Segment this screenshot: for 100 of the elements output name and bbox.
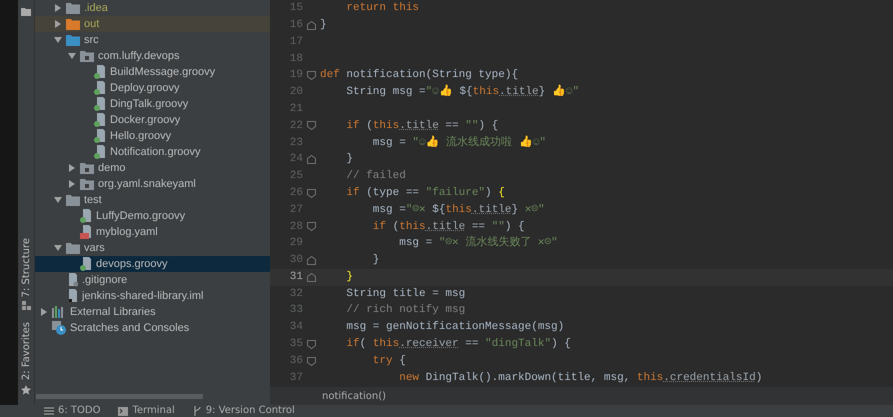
groovy-file-icon [94,81,106,95]
code-line: if( this.receiver == "dingTalk") { [345,337,571,352]
code-line: msg = "☺👍 流水线成功啦 👍☺" [372,134,546,151]
tree-item[interactable]: myblog.yaml [35,224,270,240]
line-number: 26 [288,186,303,201]
scratch-icon [52,321,66,335]
tree-item[interactable]: .idea [35,0,270,16]
code-line: def notification(String type){ [320,68,518,84]
package-icon [80,162,94,174]
line-number: 34 [288,320,303,336]
code-line: } [345,152,354,168]
structure-icon [22,301,30,310]
fold-icon[interactable] [307,20,316,30]
line-number: 16 [288,18,303,33]
folder-icon [66,34,80,46]
package-icon [80,50,94,62]
tool-tab[interactable]: Terminal [118,406,175,416]
line-number: 23 [288,136,303,151]
tree-item[interactable]: com.luffy.devops [35,48,270,64]
line-number: 31 [288,270,303,285]
line-number: 37 [288,370,303,386]
yaml-file-icon [80,225,92,239]
code-line: try { [372,354,406,369]
code-line: if (this.title == "") { [345,118,498,134]
folder-icon [66,242,80,254]
collapsed-arrow-icon[interactable] [54,4,62,12]
folder-icon [66,194,80,206]
line-number: 15 [288,1,303,16]
groovy-file-icon [94,65,106,79]
tree-item[interactable]: jenkins-shared-library.iml [35,288,270,304]
code-line: // rich notify msg [345,303,466,318]
side-tab[interactable]: 7: Structure [18,238,34,310]
code-line: new DingTalk().markDown(title, msg, this.credentialsId) [398,370,762,386]
tree-item[interactable]: test [35,192,270,208]
code-line: msg = "☹✕ 流水线失败了 ✕☹" [398,235,558,252]
line-number: 32 [288,286,303,302]
tree-item[interactable]: Deploy.groovy [35,80,270,96]
tree-item[interactable]: Docker.groovy [35,112,270,128]
fold-icon[interactable] [307,71,316,80]
code-line: } [372,253,380,268]
line-number: 18 [288,52,303,67]
tree-item[interactable]: out [35,16,270,32]
line-number: 24 [288,152,303,168]
line-number: 33 [288,303,303,318]
code-line: return this [345,1,420,16]
package-icon [80,178,94,190]
code-line: msg = genNotificationMessage(msg) [345,320,564,336]
terminal-icon [118,406,128,416]
tree-item[interactable]: BuildMessage.groovy [35,64,270,80]
scrollbar[interactable] [36,394,203,399]
tree-item[interactable]: Scratches and Consoles [35,320,270,336]
collapsed-arrow-icon[interactable] [54,20,62,28]
tool-tab[interactable]: 9: Version Control [192,406,295,416]
tool-tab[interactable]: 6: TODO [44,406,100,416]
groovy-file-icon [94,129,106,143]
line-number: 36 [288,354,303,369]
line-number: 20 [288,85,303,100]
line-number: 27 [288,202,303,218]
expanded-arrow-icon[interactable] [54,244,62,252]
code-line: } [345,270,354,285]
groovy-file-icon [94,145,106,159]
tree-item[interactable]: demo [35,160,270,176]
tree-item[interactable]: External Libraries [35,304,270,320]
folder-icon[interactable] [21,8,31,16]
tree-item[interactable]: LuffyDemo.groovy [35,208,270,224]
code-line: String msg ="☺👍 ${this.title} 👍☺" [345,84,580,100]
tree-item[interactable]: org.yaml.snakeyaml [35,176,270,192]
line-number: 29 [288,236,303,252]
fold-icon[interactable] [307,188,316,198]
fold-icon[interactable] [307,155,316,164]
collapsed-arrow-icon[interactable] [40,308,48,316]
fold-icon[interactable] [307,121,316,130]
line-number: 25 [288,169,303,184]
expanded-arrow-icon[interactable] [54,36,62,44]
line-number: 21 [288,102,303,117]
expanded-arrow-icon[interactable] [54,196,62,204]
line-number: 22 [288,118,303,134]
fold-icon[interactable] [307,222,316,232]
line-number: 28 [288,220,303,234]
line-number: 19 [288,68,303,84]
tree-item[interactable]: vars [35,240,270,256]
line-number: 35 [288,337,303,352]
breadcrumb[interactable]: notification() [322,388,386,404]
list-icon [44,407,54,415]
collapsed-arrow-icon[interactable] [68,164,76,172]
tree-item[interactable]: Notification.groovy [35,144,270,160]
groovy-file-icon [94,113,106,127]
tree-item[interactable]: DingTalk.groovy [35,96,270,112]
collapsed-arrow-icon[interactable] [68,180,76,188]
tree-item[interactable]: Hello.groovy [35,128,270,144]
expanded-arrow-icon[interactable] [68,52,76,60]
tree-item[interactable]: devops.groovy [35,256,270,272]
code-line: if (this.title == "") { [372,220,525,234]
folder-icon [66,18,80,30]
groovy-file-icon [80,209,92,223]
tree-item[interactable]: .gitignore [35,272,270,288]
tree-item[interactable]: src [35,32,270,48]
code-line: msg ="☹✕ ${this.title} ✕☹" [372,202,545,218]
side-tab[interactable]: 2: Favorites [18,322,34,395]
groovy-file-icon [80,257,92,271]
